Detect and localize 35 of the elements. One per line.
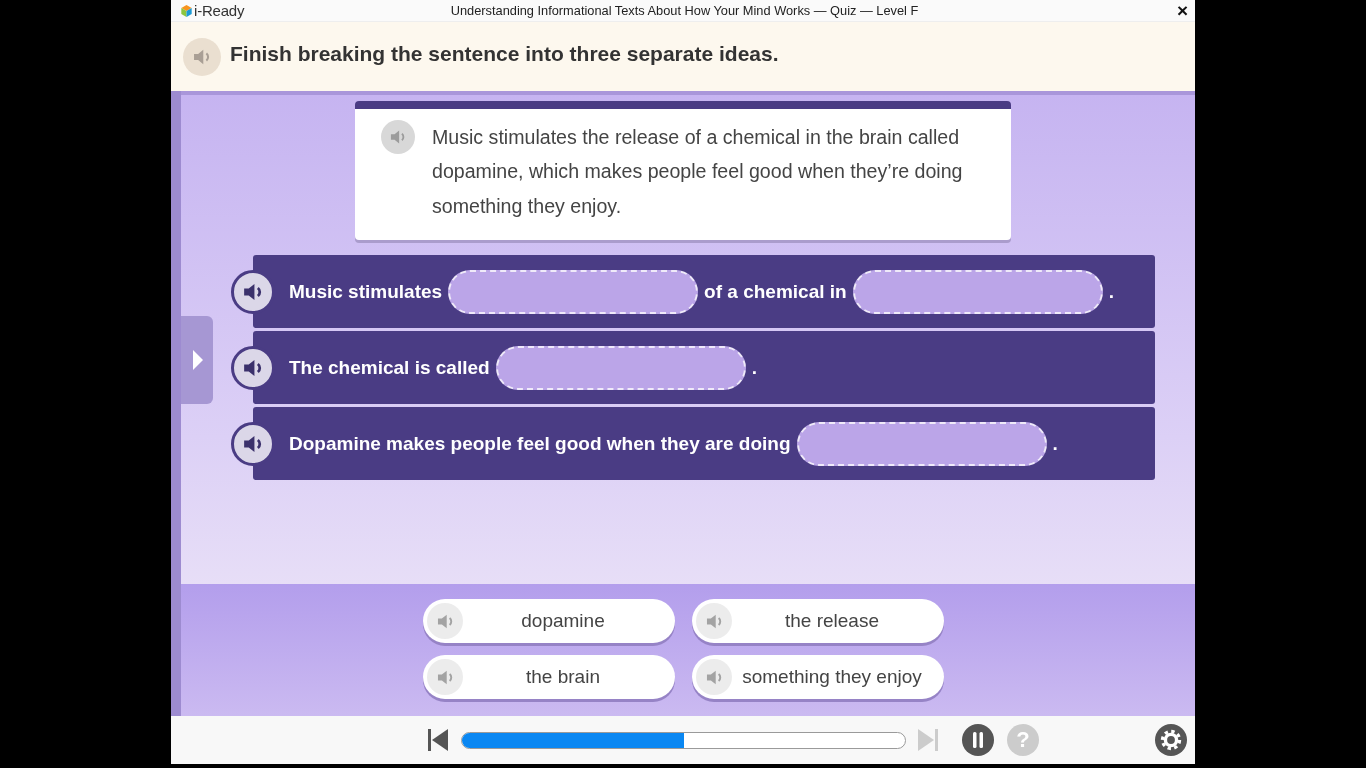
drop-field[interactable] [796, 421, 1047, 466]
sentence-text: . [751, 356, 757, 379]
answer-chip[interactable]: dopamine [423, 599, 675, 643]
drop-field[interactable] [495, 345, 746, 390]
speaker-icon [390, 130, 406, 144]
speaker-icon [705, 613, 723, 629]
cube-icon [181, 4, 192, 17]
speaker-icon [436, 669, 454, 685]
sentence-text: of a chemical in [704, 280, 847, 303]
app-logo: i-Ready [194, 1, 245, 20]
speaker-icon [243, 434, 263, 453]
speaker-icon [436, 613, 454, 629]
settings-icon[interactable] [1155, 724, 1187, 756]
speaker-icon [243, 358, 263, 377]
window-title: Understanding Informational Texts About How Your Mind Works — Quiz — Level F [450, 2, 919, 19]
answer-chip[interactable]: something they enjoy [692, 655, 944, 699]
speaker-icon [705, 669, 723, 685]
close-button[interactable]: × [1176, 1, 1188, 20]
sentence-text: . [1052, 432, 1058, 455]
answer-chip[interactable]: the brain [423, 655, 675, 699]
caret-icon [193, 350, 203, 370]
answer-chip[interactable]: the release [692, 599, 944, 643]
sentence-text: . [1108, 280, 1114, 303]
sentence-text: Dopamine makes people feel good when they are doing [289, 432, 791, 455]
pause-icon[interactable] [962, 724, 994, 756]
sentence-text: The chemical is called [289, 356, 490, 379]
speaker-icon [243, 282, 263, 301]
instruction-text: Finish breaking the sentence into three separate ideas. [230, 40, 779, 67]
drop-field[interactable] [852, 269, 1103, 314]
drawer-tab[interactable] [181, 316, 213, 404]
sentence-text: Music stimulates [289, 280, 443, 303]
drop-field[interactable] [448, 269, 699, 314]
passage-text: Music stimulates the release of a chemical in the brain called dopamine, which makes people feel good when they’re doing something they enjoy. [432, 124, 964, 219]
skip-back-icon[interactable] [428, 729, 448, 751]
speaker-icon [193, 48, 211, 65]
